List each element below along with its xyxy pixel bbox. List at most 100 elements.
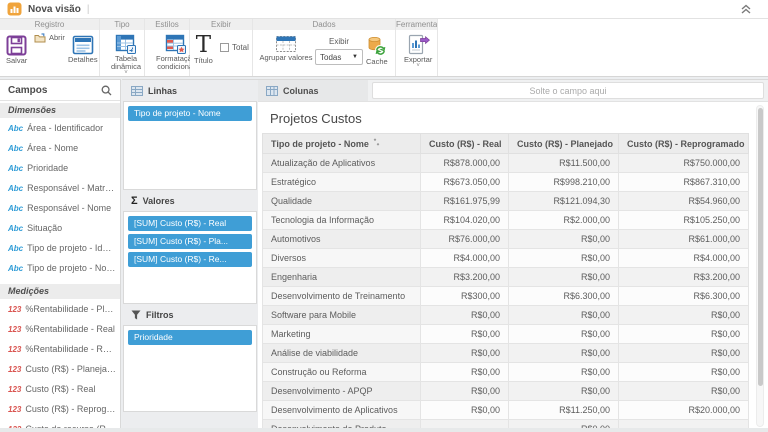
sigma-icon: Σ (131, 196, 138, 206)
conditional-format-icon (165, 34, 187, 54)
columns-bar: Colunas Solte o campo aqui (258, 80, 768, 102)
rows-dropzone[interactable]: Tipo de projeto - Nome (123, 101, 257, 190)
rows-grid-icon (131, 86, 143, 96)
details-button[interactable]: Detalhes (68, 35, 98, 64)
column-header-sortable[interactable]: Tipo de projeto - Nome (263, 134, 421, 154)
export-button[interactable]: Exportar ˅ (404, 34, 432, 69)
columns-grid-icon (266, 86, 278, 96)
values-dropzone[interactable]: [SUM] Custo (R$) - Real [SUM] Custo (R$)… (123, 211, 257, 304)
value-cell: R$0,00 (619, 344, 749, 363)
open-button[interactable]: Abrir (34, 33, 65, 43)
value-cell: R$0,00 (509, 249, 619, 268)
ribbon-group-registro: Registro Salvar Abrir (0, 19, 100, 76)
vertical-scrollbar[interactable] (756, 105, 764, 427)
value-field-chip[interactable]: [SUM] Custo (R$) - Real (128, 216, 252, 231)
field-item[interactable]: 123 Custo (R$) - Real (0, 379, 120, 399)
app-window: Nova visão | Registro Salvar (0, 0, 768, 432)
value-cell: R$0,00 (619, 363, 749, 382)
values-shelf-header: Σ Valores (123, 190, 257, 211)
group-label: Registro (0, 19, 99, 31)
filter-field-chip[interactable]: Prioridade (128, 330, 252, 345)
search-icon[interactable] (101, 85, 112, 96)
text-type-icon: Abc (8, 184, 23, 193)
ribbon: Registro Salvar Abrir (0, 19, 768, 77)
collapse-ribbon-icon[interactable] (740, 3, 752, 15)
value-cell: R$3.200,00 (619, 268, 749, 287)
value-cell: R$4.000,00 (421, 249, 509, 268)
ribbon-group-dados: Dados Agrupar valores Exibir Todas (253, 19, 396, 76)
text-type-icon: Abc (8, 144, 23, 153)
value-cell: R$0,00 (509, 344, 619, 363)
field-item[interactable]: 123 Custo (R$) - Reprogramado (0, 399, 120, 419)
scrollbar-thumb[interactable] (758, 108, 763, 386)
field-item[interactable]: Abc Área - Identificador (0, 118, 120, 138)
field-item[interactable]: 123 %Rentabilidade - Real (0, 319, 120, 339)
table-row: Análise de viabilidadeR$0,00R$0,00R$0,00 (263, 344, 749, 363)
columns-dropzone[interactable]: Solte o campo aqui (372, 82, 764, 99)
ribbon-group-estilos: Estilos Formatação condic (145, 19, 190, 76)
value-cell: R$0,00 (619, 382, 749, 401)
filter-funnel-icon (131, 310, 141, 320)
field-item[interactable]: Abc Área - Nome (0, 138, 120, 158)
sort-icon (373, 138, 380, 146)
field-item[interactable]: Abc Situação (0, 218, 120, 238)
section-header-dimensions: Dimensões (0, 103, 120, 118)
table-row: Tecnologia da InformaçãoR$104.020,00R$2.… (263, 211, 749, 230)
value-cell: R$0,00 (509, 268, 619, 287)
table-row: Desenvolvimento de TreinamentoR$300,00R$… (263, 287, 749, 306)
field-item[interactable]: Abc Responsável - Matrícula (0, 178, 120, 198)
app-logo-chart-icon (7, 2, 22, 16)
ribbon-group-tipo: Tipo Tabela dinâmica (100, 19, 145, 76)
table-row: MarketingR$0,00R$0,00R$0,00 (263, 325, 749, 344)
value-field-chip[interactable]: [SUM] Custo (R$) - Pla... (128, 234, 252, 249)
row-field-chip[interactable]: Tipo de projeto - Nome (128, 106, 252, 121)
field-item[interactable]: Abc Responsável - Nome (0, 198, 120, 218)
field-item[interactable]: Abc Prioridade (0, 158, 120, 178)
total-checkbox[interactable]: Total (220, 43, 249, 52)
filters-shelf-header: Filtros (123, 304, 257, 325)
layout-shelf-panel: Linhas Tipo de projeto - Nome Σ Valores … (122, 79, 258, 432)
group-values-button[interactable]: Agrupar valores (258, 35, 314, 62)
group-label: Dados (253, 19, 395, 31)
cache-button[interactable]: Cache (366, 36, 388, 66)
rows-shelf-header: Linhas (123, 80, 257, 101)
value-field-chip[interactable]: [SUM] Custo (R$) - Re... (128, 252, 252, 267)
table-row: Desenvolvimento - APQPR$0,00R$0,00R$0,00 (263, 382, 749, 401)
value-cell: R$20.000,00 (619, 401, 749, 420)
pivot-table-icon (115, 34, 137, 54)
value-cell: R$6.300,00 (509, 287, 619, 306)
field-item[interactable]: Abc Tipo de projeto - Identific... (0, 238, 120, 258)
column-header[interactable]: Custo (R$) - Real (421, 134, 509, 154)
dropzone-placeholder: Solte o campo aqui (529, 86, 606, 96)
column-header[interactable]: Custo (R$) - Reprogramado (619, 134, 749, 154)
column-header[interactable]: Custo (R$) - Planejado (509, 134, 619, 154)
row-header-cell: Construção ou Reforma (263, 363, 421, 382)
save-button[interactable]: Salvar (6, 35, 27, 65)
field-item[interactable]: 123 %Rentabilidade - Reprogr... (0, 339, 120, 359)
show-label: Exibir (329, 37, 349, 46)
pivot-table-button[interactable]: Tabela dinâmica ˅ (111, 34, 141, 76)
table-header-row: Tipo de projeto - Nome Custo (R$) - Real… (263, 134, 749, 154)
field-item[interactable]: 123 Custo (R$) - Planejado (0, 359, 120, 379)
value-cell: R$0,00 (509, 230, 619, 249)
value-cell: R$0,00 (421, 306, 509, 325)
number-type-icon: 123 (8, 345, 21, 354)
group-values-table-icon (275, 35, 297, 53)
row-header-cell: Software para Mobile (263, 306, 421, 325)
filters-dropzone[interactable]: Prioridade (123, 325, 257, 412)
row-header-cell: Engenharia (263, 268, 421, 287)
window-bottom-edge (0, 428, 768, 432)
text-type-icon: Abc (8, 264, 23, 273)
table-row: DiversosR$4.000,00R$0,00R$4.000,00 (263, 249, 749, 268)
field-item[interactable]: 123 %Rentabilidade - Planejado (0, 299, 120, 319)
show-select-dropdown[interactable]: Todas ▼ (315, 49, 363, 65)
field-item[interactable]: Abc Tipo de projeto - Nome (0, 258, 120, 278)
value-cell: R$6.300,00 (619, 287, 749, 306)
value-cell: R$0,00 (421, 325, 509, 344)
ribbon-group-ferramenta: Ferramenta Exportar ˅ (396, 19, 438, 76)
title-toggle-button[interactable]: T Título (194, 34, 213, 65)
value-cell: R$11.250,00 (509, 401, 619, 420)
value-cell: R$0,00 (619, 325, 749, 344)
cache-database-icon (366, 36, 387, 57)
row-header-cell: Desenvolvimento de Treinamento (263, 287, 421, 306)
